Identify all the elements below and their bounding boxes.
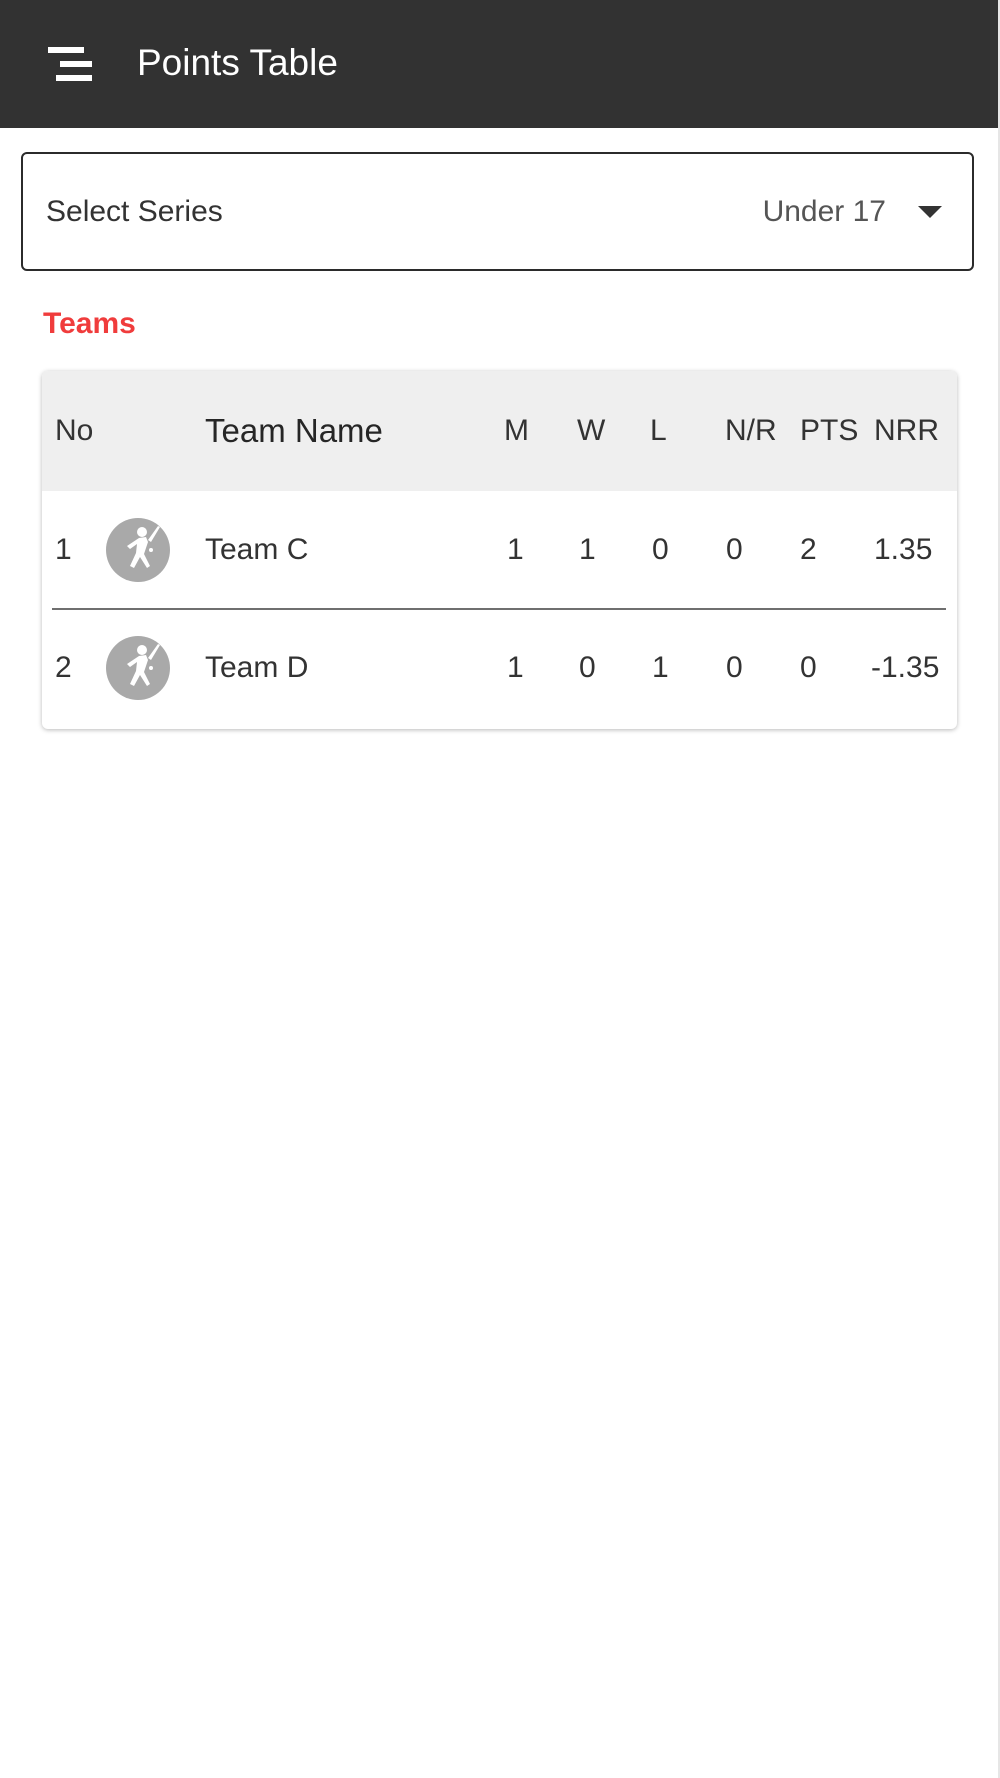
series-dropdown[interactable]: Select Series Under 17 [21, 152, 974, 271]
column-header-wins: W [577, 414, 606, 447]
page-title: Points Table [137, 42, 338, 83]
column-header-no: No [55, 414, 94, 447]
losses-value: 1 [652, 651, 669, 684]
column-header-team-name: Team Name [205, 412, 383, 449]
wins-value: 0 [579, 651, 596, 684]
column-header-no-result: N/R [725, 414, 777, 447]
column-header-losses: L [650, 414, 667, 447]
series-dropdown-value: Under 17 [762, 195, 886, 228]
points-table: No Team Name M W L N/R PTS NRR 1 Team C … [42, 371, 957, 729]
table-header-row: No Team Name M W L N/R PTS NRR [42, 371, 957, 491]
series-dropdown-label: Select Series [46, 195, 223, 228]
no-result-value: 0 [726, 651, 743, 684]
no-result-value: 0 [726, 533, 743, 566]
table-row[interactable]: 1 Team C 1 1 0 0 2 1.35 [42, 491, 957, 609]
wins-value: 1 [579, 533, 596, 566]
nrr-value: -1.35 [871, 651, 940, 684]
points-value: 2 [800, 533, 817, 566]
row-number: 1 [55, 533, 72, 566]
app-bar: Points Table [0, 0, 1000, 128]
menu-icon [48, 47, 92, 81]
losses-value: 0 [652, 533, 669, 566]
column-header-points: PTS [800, 414, 859, 447]
matches-value: 1 [507, 533, 524, 566]
row-number: 2 [55, 651, 72, 684]
column-header-nrr: NRR [874, 414, 939, 447]
cricket-player-icon [106, 518, 170, 582]
teams-heading: Teams [43, 307, 136, 340]
cricket-player-icon [106, 636, 170, 700]
menu-button[interactable] [36, 30, 104, 98]
team-name: Team D [205, 651, 309, 684]
column-header-matches: M [504, 414, 529, 447]
table-row[interactable]: 2 Team D 1 0 1 0 0 -1.35 [42, 609, 957, 727]
points-value: 0 [800, 651, 817, 684]
matches-value: 1 [507, 651, 524, 684]
points-table-screen: Points Table Select Series Under 17 Team… [0, 0, 1000, 1778]
dropdown-arrow-icon [918, 206, 942, 218]
nrr-value: 1.35 [874, 533, 933, 566]
team-name: Team C [205, 533, 309, 566]
